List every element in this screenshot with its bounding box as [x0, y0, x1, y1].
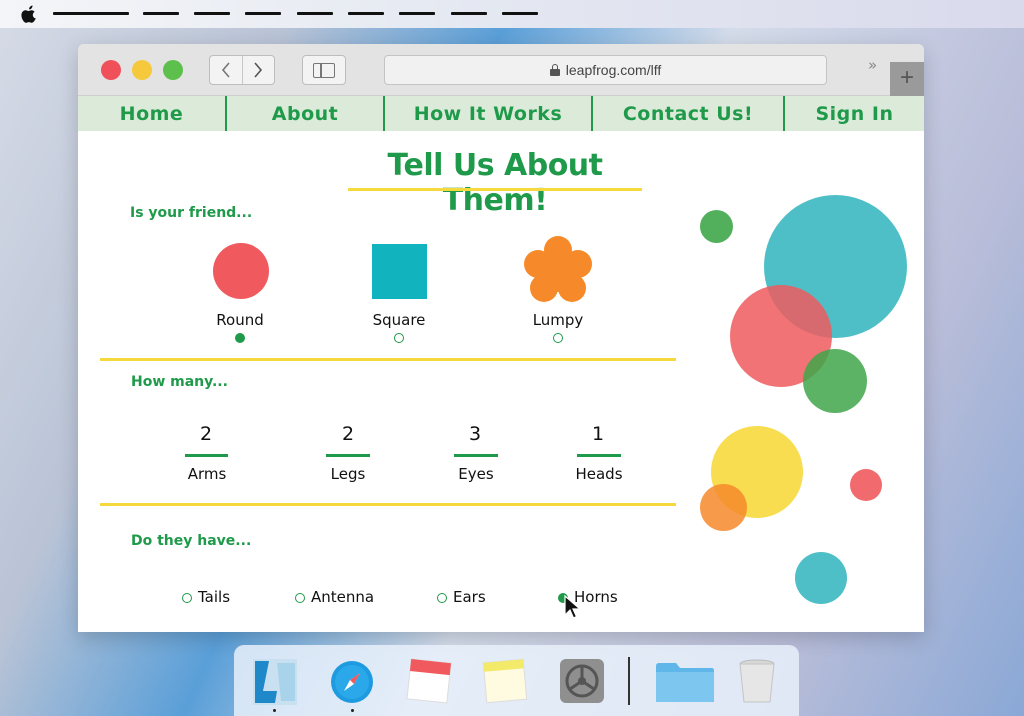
more-tabs-button[interactable]: »	[868, 56, 877, 74]
history-nav-buttons	[209, 55, 275, 85]
lock-icon	[549, 64, 560, 76]
address-bar[interactable]: leapfrog.com/lff	[384, 55, 827, 85]
count-label-heads: Heads	[575, 465, 623, 483]
count-value-legs[interactable]: 2	[318, 423, 378, 445]
decorative-bubble	[803, 349, 867, 413]
site-nav: Home About How It Works Contact Us! Sign…	[78, 96, 924, 131]
radio-lumpy[interactable]	[553, 333, 563, 343]
minimize-window-button[interactable]	[132, 60, 152, 80]
title-underline	[348, 188, 642, 191]
nav-sign-in[interactable]: Sign In	[785, 96, 924, 131]
trash-icon[interactable]	[738, 658, 776, 704]
notes-icon[interactable]	[482, 657, 528, 705]
menu-item[interactable]	[245, 12, 281, 15]
square-shape-icon[interactable]	[372, 244, 427, 299]
count-value-arms[interactable]: 2	[176, 423, 236, 445]
checkbox-ears[interactable]	[437, 593, 447, 603]
shape-label-lumpy: Lumpy	[532, 311, 584, 329]
decorative-bubble	[700, 484, 747, 531]
count-section-label: How many...	[131, 374, 228, 390]
dock	[234, 645, 799, 716]
shape-section-label: Is your friend...	[130, 205, 253, 221]
menu-item[interactable]	[451, 12, 487, 15]
count-label-eyes: Eyes	[458, 465, 494, 483]
apple-logo-icon[interactable]	[21, 5, 37, 23]
menu-item[interactable]	[502, 12, 538, 15]
decorative-bubble	[700, 210, 733, 243]
dock-separator	[628, 657, 630, 705]
round-shape-icon[interactable]	[213, 243, 269, 299]
count-value-eyes[interactable]: 3	[445, 423, 505, 445]
option-label-antenna[interactable]: Antenna	[311, 588, 374, 606]
lumpy-shape-icon[interactable]	[522, 234, 594, 306]
shape-label-round: Round	[216, 311, 264, 329]
option-label-ears[interactable]: Ears	[453, 588, 486, 606]
forward-button[interactable]	[243, 56, 275, 84]
decorative-bubble	[850, 469, 882, 501]
page-title: Tell Us About Them!	[387, 148, 604, 218]
section-divider	[100, 503, 676, 506]
features-section-label: Do they have...	[131, 533, 252, 549]
menu-item[interactable]	[53, 12, 129, 15]
count-underline	[454, 454, 498, 457]
option-label-tails[interactable]: Tails	[198, 588, 230, 606]
count-underline	[577, 454, 621, 457]
menu-item[interactable]	[348, 12, 384, 15]
sidebar-icon	[313, 63, 335, 78]
chevron-right-icon	[254, 62, 263, 78]
menu-item[interactable]	[194, 12, 230, 15]
checkbox-tails[interactable]	[182, 593, 192, 603]
section-divider	[100, 358, 676, 361]
chevron-left-icon	[221, 62, 230, 78]
browser-window: leapfrog.com/lff » + Home About How It W…	[78, 44, 924, 632]
system-preferences-icon[interactable]	[560, 659, 604, 703]
zoom-window-button[interactable]	[163, 60, 183, 80]
checkbox-antenna[interactable]	[295, 593, 305, 603]
nav-how-it-works[interactable]: How It Works	[385, 96, 593, 131]
count-underline	[326, 454, 370, 457]
count-label-arms: Arms	[187, 465, 227, 483]
close-window-button[interactable]	[101, 60, 121, 80]
menu-item[interactable]	[399, 12, 435, 15]
shape-label-square: Square	[372, 311, 426, 329]
decorative-bubble	[795, 552, 847, 604]
count-value-heads[interactable]: 1	[568, 423, 628, 445]
leapfrog-app-icon[interactable]	[253, 659, 297, 705]
browser-toolbar: leapfrog.com/lff » +	[78, 44, 924, 96]
back-button[interactable]	[210, 56, 243, 84]
nav-about[interactable]: About	[227, 96, 385, 131]
menu-bar	[0, 0, 1024, 28]
radio-round[interactable]	[235, 333, 245, 343]
safari-compass-icon[interactable]	[330, 660, 374, 704]
sidebar-toggle-button[interactable]	[302, 55, 346, 85]
folder-icon[interactable]	[654, 662, 716, 704]
mouse-cursor-icon	[564, 595, 582, 619]
new-tab-button[interactable]: +	[890, 62, 924, 96]
menu-item[interactable]	[143, 12, 179, 15]
count-label-legs: Legs	[330, 465, 366, 483]
calendar-icon[interactable]	[406, 657, 452, 705]
nav-home[interactable]: Home	[78, 96, 227, 131]
running-indicator	[273, 709, 276, 712]
menu-item[interactable]	[297, 12, 333, 15]
url-text: leapfrog.com/lff	[565, 62, 662, 78]
running-indicator	[351, 709, 354, 712]
count-underline	[185, 454, 228, 457]
nav-contact-us[interactable]: Contact Us!	[593, 96, 785, 131]
radio-square[interactable]	[394, 333, 404, 343]
